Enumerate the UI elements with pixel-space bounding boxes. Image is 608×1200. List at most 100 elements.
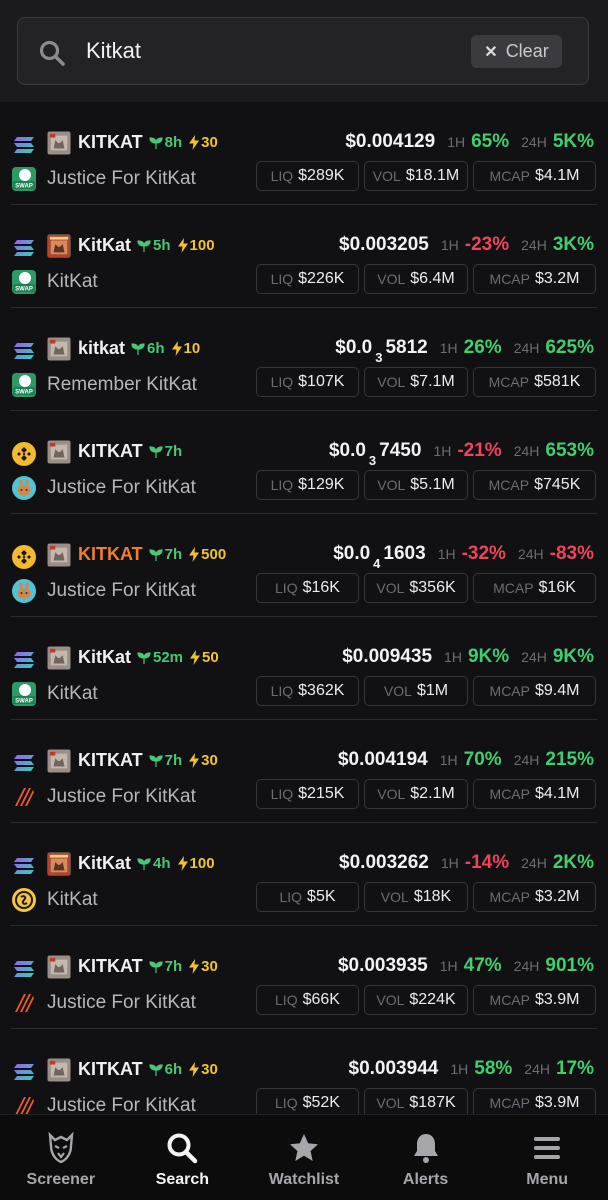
token-line: KitKat 4h 100 [78,853,215,874]
h24-label: 24H [521,649,547,665]
search-input[interactable] [86,34,466,68]
nav-label: Screener [26,1171,96,1188]
h24-label: 24H [521,134,547,150]
age-badge: 52m [137,649,183,666]
svg-text:SWAP: SWAP [15,390,33,396]
result-row[interactable]: KitKat 4h 100 KitKat $0.003262 1H -14% 2… [0,823,608,926]
liq-label: LIQ [275,992,298,1008]
token-name: Justice For KitKat [47,580,196,601]
price-main: $0.0 [335,337,373,358]
result-row[interactable]: KITKAT 7h 30 Justice For KitKat $0.00419… [0,720,608,823]
token-symbol: KITKAT [78,441,143,461]
price: $0.003944 [349,1058,439,1080]
mcap-label: MCAP [489,992,530,1008]
mcap-label: MCAP [493,580,534,596]
liq-label: LIQ [275,1095,298,1111]
mcap-value: $581K [534,373,581,390]
clear-button[interactable]: ✕ Clear [471,35,562,68]
h1-label: 1H [440,855,459,871]
price-main: $0.004194 [337,749,428,770]
swap-icon: SWAP [12,682,36,706]
swap-icon: SWAP [12,373,36,397]
token-image [47,955,71,979]
h24-label: 24H [513,752,540,768]
token-image [47,852,71,876]
nav-item-watchlist[interactable]: Watchlist [243,1115,365,1200]
stats-row: LIQ $362K VOL $1M MCAP $9.4M [256,676,596,706]
boost-badge: 30 [188,134,218,151]
mcap-value: $3.2M [534,888,580,905]
boost-text: 10 [183,340,201,357]
volume-stat: VOL $6.4M [364,264,468,294]
result-row[interactable]: KITKAT 6h 30 Justice For KitKat $0.00394… [0,1029,608,1114]
stats-row: LIQ $52K VOL $187K MCAP $3.9M [256,1088,596,1114]
token-name: Justice For KitKat [47,477,196,498]
age-badge: 7h [149,958,182,975]
boost-badge: 30 [188,752,218,769]
price-main: $0.003944 [348,1058,439,1079]
token-symbol: KitKat [78,647,131,667]
h1-label: 1H [447,134,466,150]
nav-label: Watchlist [268,1171,340,1188]
close-icon: ✕ [484,43,498,61]
result-row[interactable]: KITKAT 7h 500 Justice For KitKat $0.0 4 16… [0,514,608,617]
boost-badge: 30 [188,958,218,975]
stats-row: LIQ $66K VOL $224K MCAP $3.9M [256,985,596,1015]
token-symbol: KITKAT [78,750,143,770]
liq-label: LIQ [270,683,294,699]
price: $0.004194 [338,749,428,771]
market-cap-stat: MCAP $4.1M [473,161,596,191]
age-text: 6h [147,340,165,357]
coin-dex-icon [12,888,36,912]
nav-item-screener[interactable]: Screener [0,1115,122,1200]
age-text: 4h [153,855,171,872]
mcap-label: MCAP [489,168,530,184]
vol-value: $5.1M [410,476,455,493]
token-symbol: kitkat [78,338,126,358]
stats-row: LIQ $107K VOL $7.1M MCAP $581K [256,367,596,397]
age-text: 7h [164,752,183,769]
result-row[interactable]: SWAP kitkat 6h 10 Remember KitKat $0.0 3 5… [0,308,608,411]
result-row[interactable]: SWAP KITKAT 8h 30 Justice For KitKat $0.… [0,102,608,205]
boost-text: 100 [189,237,215,254]
h1-change: -23% [464,234,510,255]
h24-change: 17% [555,1058,594,1079]
result-row[interactable]: SWAP KitKat 5h 100 KitKat $0.003205 1H -… [0,205,608,308]
h1-change: 58% [474,1058,513,1079]
age-text: 6h [164,1061,183,1078]
solana-icon [12,854,36,878]
result-row[interactable]: SWAP KitKat 52m 50 KitKat $0.009435 1H 9… [0,617,608,720]
price-line: $0.0 3 5812 1H 26% 24H 625% [335,337,594,365]
price: $0.0 4 1603 [333,543,426,571]
vol-value: $6.4M [410,270,455,287]
boost-text: 30 [201,958,218,975]
nav-item-menu[interactable]: Menu [486,1115,608,1200]
stripes-dex-icon [12,991,36,1015]
liq-value: $52K [302,1094,340,1111]
liquidity-stat: LIQ $289K [256,161,359,191]
vol-label: VOL [372,168,401,184]
menu-icon [530,1131,564,1165]
nav-item-alerts[interactable]: Alerts [365,1115,487,1200]
h24-label: 24H [521,855,547,871]
nav-item-search[interactable]: Search [122,1115,244,1200]
result-row[interactable]: KITKAT 7h Justice For KitKat $0.0 3 7450 1… [0,411,608,514]
h1-change: -21% [457,440,502,461]
search-box[interactable]: ✕ Clear [17,17,589,85]
result-row[interactable]: KITKAT 7h 30 Justice For KitKat $0.00393… [0,926,608,1029]
volume-stat: VOL $7.1M [364,367,468,397]
market-cap-stat: MCAP $3.2M [473,882,596,912]
boost-text: 30 [201,752,218,769]
mcap-value: $4.1M [534,785,580,802]
token-line: KITKAT 6h 30 [78,1059,218,1080]
volume-stat: VOL $187K [364,1088,468,1114]
h24-change: 2K% [552,852,594,873]
star-icon [287,1131,321,1165]
h24-label: 24H [524,1061,550,1077]
h1-change: 9K% [467,646,510,667]
lightning-icon [171,341,182,356]
price: $0.0 3 5812 [335,337,428,365]
h1-change: -14% [464,852,510,873]
bottom-nav: Screener Search Watchlist Alerts Menu [0,1114,608,1200]
stripes-dex-icon [12,785,36,809]
